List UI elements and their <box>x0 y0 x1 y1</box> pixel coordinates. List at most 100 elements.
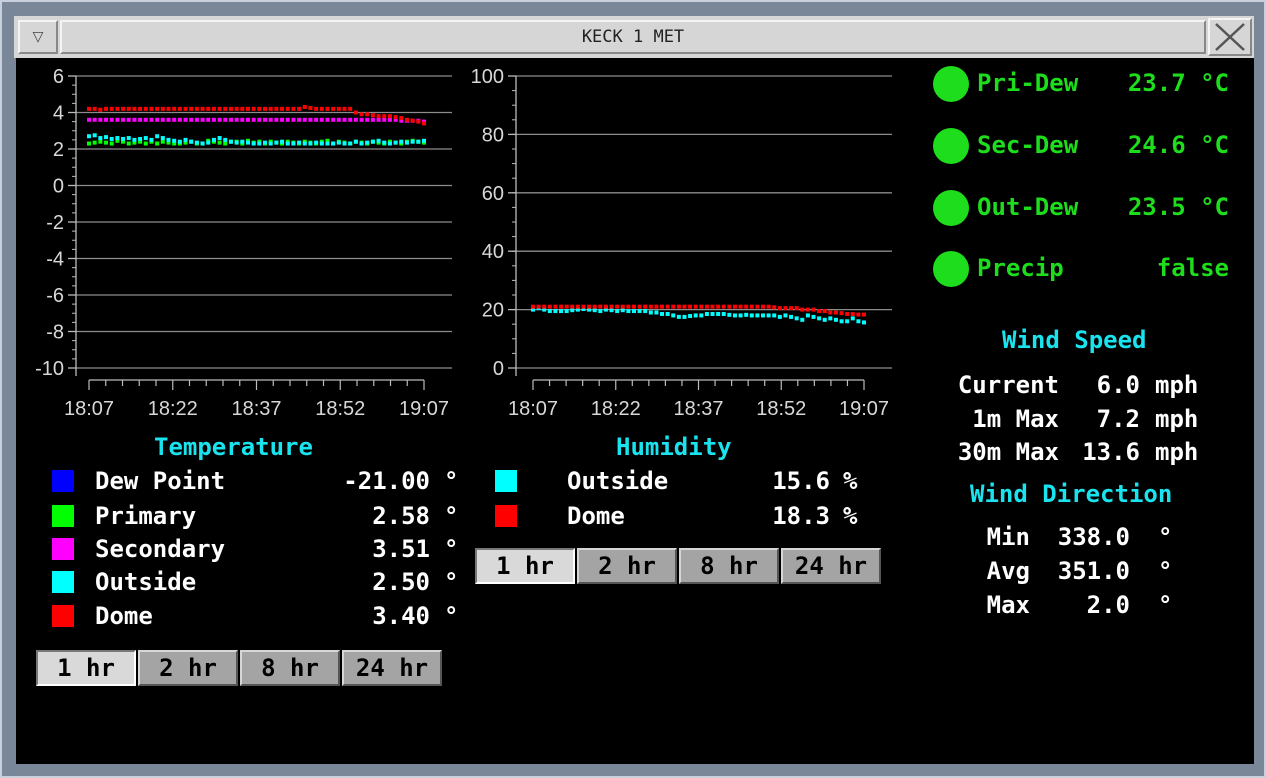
wind-value: 7.2 <box>1096 405 1140 433</box>
legend-unit: ° <box>444 502 459 530</box>
data-point <box>845 319 850 324</box>
data-point <box>598 304 603 309</box>
data-point <box>755 304 760 309</box>
data-point <box>536 304 541 309</box>
legend-row-outside: Outside 2.50 ° <box>52 568 458 598</box>
data-point <box>738 304 743 309</box>
wind-direction-header: Wind Direction <box>970 480 1173 508</box>
data-point <box>828 316 833 321</box>
humidity-chart: 100 80 60 40 20 018:07 18:22 18:37 18:52 19:07 <box>471 66 892 420</box>
legend-swatch <box>52 505 74 527</box>
legend-value: 18.3 <box>772 502 830 530</box>
app-window: ▽ KECK 1 MET 6 4 2 0 -2 -4 -6 -8 -10 18:07 18:22 18… <box>0 0 1266 778</box>
legend-swatch <box>52 538 74 560</box>
data-point <box>772 313 777 318</box>
legend-row-primary: Primary 2.58 ° <box>52 502 458 532</box>
data-point <box>648 304 653 309</box>
y-tick-label: 20 <box>482 300 504 322</box>
wind-unit: mph <box>1155 438 1199 466</box>
data-point <box>766 304 771 309</box>
status-led-icon <box>933 66 969 102</box>
data-point <box>581 304 586 309</box>
triangle-down-icon: ▽ <box>32 29 44 45</box>
status-out-dew: Out-Dew 23.5 °C <box>933 188 1229 228</box>
data-point <box>643 309 648 314</box>
data-point <box>755 313 760 318</box>
wind-speed-header: Wind Speed <box>1002 326 1147 354</box>
legend-unit: ° <box>444 535 459 563</box>
status-led-icon <box>933 128 969 164</box>
status-precip: Precip false <box>933 249 1229 289</box>
legend-swatch <box>495 505 517 527</box>
data-point <box>710 304 715 309</box>
data-point <box>592 304 597 309</box>
data-point <box>777 306 782 311</box>
data-point <box>794 316 799 321</box>
data-point <box>676 304 681 309</box>
y-tick-label: 100 <box>471 66 504 88</box>
data-point <box>559 304 564 309</box>
legend-label: Dew Point <box>95 467 226 495</box>
data-point <box>800 317 805 322</box>
legend-value: -21.00 <box>343 467 430 495</box>
title-bar[interactable]: ▽ KECK 1 MET <box>14 16 1254 59</box>
data-point <box>598 309 603 314</box>
status-led-icon <box>933 251 969 287</box>
x-tick-label: 18:52 <box>756 398 806 420</box>
data-point <box>789 306 794 311</box>
status-value: 23.7 °C <box>1127 69 1229 97</box>
legend-value: 3.40 <box>372 602 430 630</box>
data-point <box>631 304 636 309</box>
data-point <box>699 304 704 309</box>
data-point <box>805 313 810 318</box>
legend-value: 15.6 <box>772 467 830 495</box>
data-point <box>850 316 855 321</box>
y-tick-label: 40 <box>482 241 504 263</box>
data-point <box>564 309 569 314</box>
data-point <box>828 310 833 315</box>
wind-label: Max <box>986 591 1030 619</box>
legend-value: 2.50 <box>372 568 430 596</box>
legend-label: Outside <box>95 568 197 596</box>
data-point <box>805 307 810 312</box>
wind-speed-row-current: Current 6.0 mph <box>946 371 1246 401</box>
legend-row-hum-dome: Dome 18.3 % <box>495 502 865 532</box>
data-point <box>732 304 737 309</box>
x-tick-label: 18:07 <box>508 398 558 420</box>
legend-swatch <box>52 605 74 627</box>
hum-range-2hr-button[interactable]: 2 hr <box>577 548 677 584</box>
temp-range-2hr-button[interactable]: 2 hr <box>138 650 238 686</box>
data-point <box>738 313 743 318</box>
status-label: Precip <box>977 254 1064 282</box>
wind-value: 6.0 <box>1096 371 1140 399</box>
close-button[interactable] <box>1208 18 1252 56</box>
data-point <box>631 309 636 314</box>
temp-range-8hr-button[interactable]: 8 hr <box>240 650 340 686</box>
window-menu-button[interactable]: ▽ <box>18 20 58 54</box>
data-point <box>822 309 827 314</box>
x-tick-label: 19:07 <box>839 398 889 420</box>
hum-range-24hr-button[interactable]: 24 hr <box>781 548 881 584</box>
data-point <box>553 304 558 309</box>
data-point <box>800 307 805 312</box>
legend-unit: ° <box>444 568 459 596</box>
legend-row-hum-outside: Outside 15.6 % <box>495 467 865 497</box>
hum-range-1hr-button[interactable]: 1 hr <box>475 548 575 584</box>
data-point <box>682 314 687 319</box>
temperature-range-buttons: 1 hr 2 hr 8 hr 24 hr <box>36 650 444 686</box>
data-point <box>570 304 575 309</box>
temp-range-24hr-button[interactable]: 24 hr <box>342 650 442 686</box>
data-point <box>620 308 625 313</box>
y-tick-label: 0 <box>493 358 504 380</box>
wind-speed-row-30m-max: 30m Max 13.6 mph <box>946 438 1246 468</box>
legend-swatch <box>495 470 517 492</box>
data-point <box>862 312 866 317</box>
legend-row-dome: Dome 3.40 ° <box>52 602 458 632</box>
temp-range-1hr-button[interactable]: 1 hr <box>36 650 136 686</box>
wind-value: 13.6 <box>1082 438 1140 466</box>
window-title-area[interactable]: KECK 1 MET <box>60 20 1206 54</box>
hum-range-8hr-button[interactable]: 8 hr <box>679 548 779 584</box>
wind-dir-row-min: Min 338.0 ° <box>946 523 1246 553</box>
data-point <box>648 310 653 315</box>
wind-label: Min <box>986 523 1030 551</box>
